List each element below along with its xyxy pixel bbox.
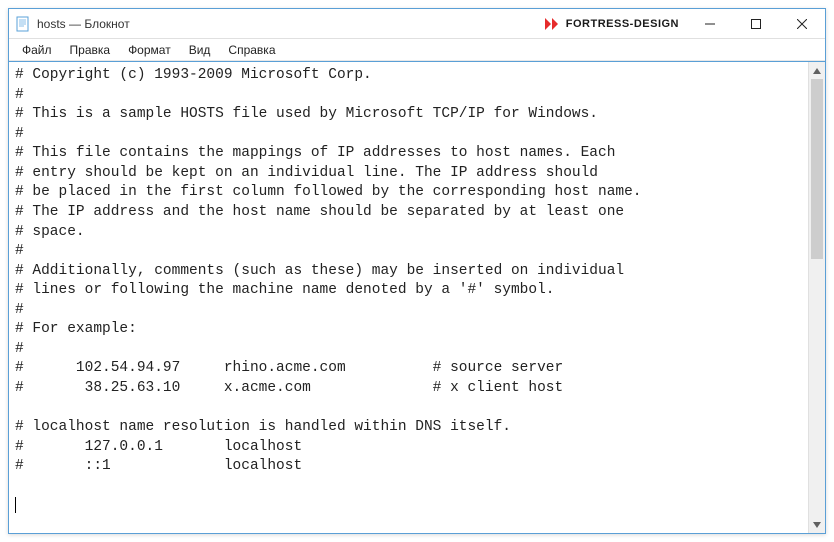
text-editor[interactable]: # Copyright (c) 1993-2009 Microsoft Corp… <box>9 62 808 533</box>
menu-edit[interactable]: Правка <box>61 41 120 59</box>
vertical-scrollbar[interactable] <box>808 62 825 533</box>
titlebar[interactable]: hosts — Блокнот FORTRESS-DESIGN <box>9 9 825 39</box>
notepad-icon <box>15 16 31 32</box>
menu-format[interactable]: Формат <box>119 41 180 59</box>
scroll-up-arrow-icon[interactable] <box>809 62 825 79</box>
text-cursor <box>15 497 16 513</box>
menu-file[interactable]: Файл <box>13 41 61 59</box>
scroll-thumb[interactable] <box>811 79 823 259</box>
menubar: Файл Правка Формат Вид Справка <box>9 39 825 61</box>
menu-help[interactable]: Справка <box>219 41 284 59</box>
scroll-track[interactable] <box>809 79 825 516</box>
brand-logo-icon <box>544 17 562 31</box>
menu-view[interactable]: Вид <box>180 41 220 59</box>
brand-text: FORTRESS-DESIGN <box>566 18 679 30</box>
minimize-button[interactable] <box>687 9 733 39</box>
maximize-button[interactable] <box>733 9 779 39</box>
window-title: hosts — Блокнот <box>37 17 130 31</box>
window-controls <box>687 9 825 39</box>
editor-content: # Copyright (c) 1993-2009 Microsoft Corp… <box>15 67 642 474</box>
close-button[interactable] <box>779 9 825 39</box>
scroll-down-arrow-icon[interactable] <box>809 516 825 533</box>
brand-watermark: FORTRESS-DESIGN <box>544 17 679 31</box>
editor-area: # Copyright (c) 1993-2009 Microsoft Corp… <box>9 61 825 533</box>
notepad-window: hosts — Блокнот FORTRESS-DESIGN Фай <box>8 8 826 534</box>
